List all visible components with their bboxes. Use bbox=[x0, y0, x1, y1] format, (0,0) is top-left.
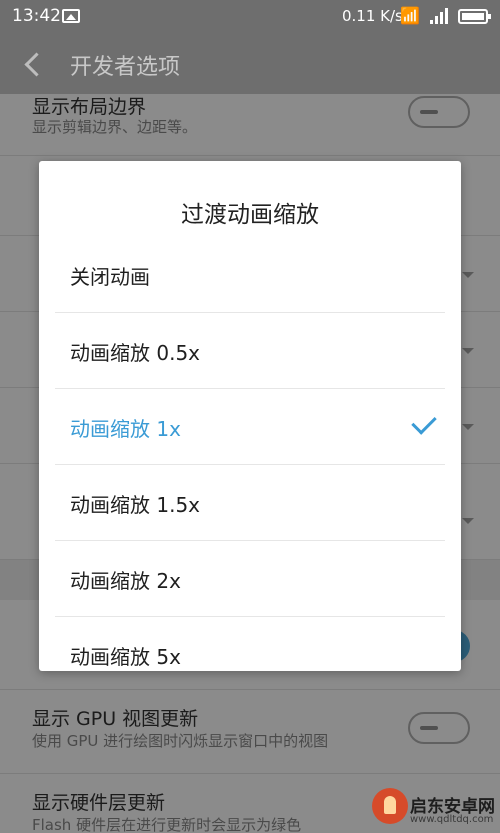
setting-title: 显示布局边界 bbox=[32, 96, 147, 118]
battery-icon bbox=[458, 9, 491, 24]
chevron-down-icon bbox=[462, 272, 474, 278]
chevron-left-icon[interactable] bbox=[22, 52, 42, 76]
option-label: 动画缩放 1x bbox=[70, 417, 181, 441]
option-animation-off[interactable]: 关闭动画 bbox=[55, 237, 445, 313]
page-title: 开发者选项 bbox=[70, 55, 181, 80]
option-label: 动画缩放 0.5x bbox=[70, 341, 200, 365]
image-notification-icon bbox=[62, 9, 80, 23]
wifi-icon: 📶 bbox=[400, 6, 420, 25]
option-label: 动画缩放 5x bbox=[70, 645, 181, 669]
option-label: 关闭动画 bbox=[70, 265, 150, 289]
transition-animation-scale-dialog: 过渡动画缩放 关闭动画 动画缩放 0.5x 动画缩放 1x 动画缩放 1.5x … bbox=[39, 161, 461, 671]
status-time: 13:42 bbox=[12, 6, 61, 26]
watermark-url: www.qdltdq.com bbox=[410, 814, 494, 825]
dialog-title: 过渡动画缩放 bbox=[181, 202, 319, 228]
chevron-down-icon bbox=[462, 424, 474, 430]
option-scale-1x[interactable]: 动画缩放 1x bbox=[55, 389, 445, 465]
option-scale-2x[interactable]: 动画缩放 2x bbox=[55, 541, 445, 617]
option-label: 动画缩放 2x bbox=[70, 569, 181, 593]
option-label: 动画缩放 1.5x bbox=[70, 493, 200, 517]
toggle-switch[interactable] bbox=[408, 712, 470, 744]
setting-subtitle: Flash 硬件层在进行更新时会显示为绿色 bbox=[32, 816, 302, 833]
setting-title: 显示 GPU 视图更新 bbox=[32, 708, 199, 730]
checkmark-icon bbox=[411, 409, 437, 435]
setting-subtitle: 显示剪辑边界、边距等。 bbox=[32, 118, 198, 136]
option-scale-5x[interactable]: 动画缩放 5x bbox=[55, 617, 445, 671]
network-speed: 0.11 K/s bbox=[342, 7, 403, 25]
signal-icon bbox=[430, 8, 450, 24]
watermark-logo bbox=[372, 788, 408, 824]
toggle-switch[interactable] bbox=[408, 96, 470, 128]
chevron-down-icon bbox=[462, 518, 474, 524]
setting-subtitle: 使用 GPU 进行绘图时闪烁显示窗口中的视图 bbox=[32, 732, 329, 750]
setting-title: 显示硬件层更新 bbox=[32, 792, 166, 814]
option-scale-0-5x[interactable]: 动画缩放 0.5x bbox=[55, 313, 445, 389]
setting-row-layout-bounds[interactable]: 显示布局边界 显示剪辑边界、边距等。 bbox=[0, 94, 500, 156]
app-header: 开发者选项 bbox=[0, 34, 500, 94]
setting-row-gpu-view-updates[interactable]: 显示 GPU 视图更新 使用 GPU 进行绘图时闪烁显示窗口中的视图 bbox=[0, 690, 500, 774]
status-bar: 13:42 0.11 K/s 📶 bbox=[0, 0, 500, 34]
option-scale-1-5x[interactable]: 动画缩放 1.5x bbox=[55, 465, 445, 541]
chevron-down-icon bbox=[462, 348, 474, 354]
